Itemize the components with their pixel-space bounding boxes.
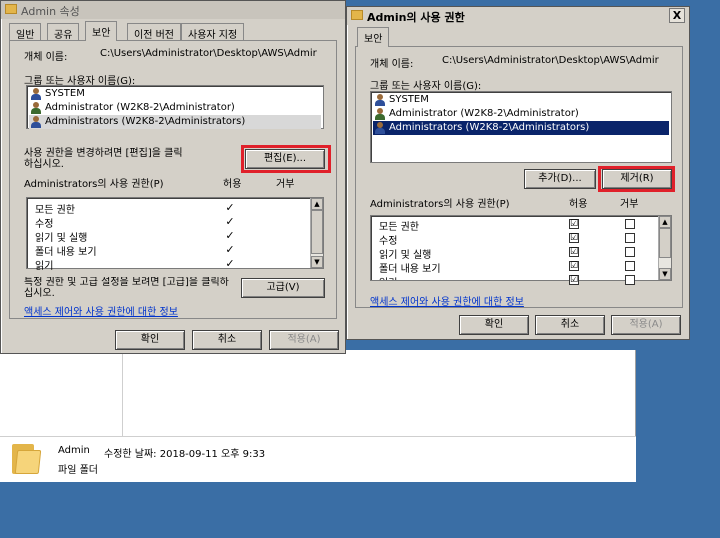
permission-row: 수정 <box>379 236 398 247</box>
details-pane: Admin 수정한 날짜: 2018-09-11 오후 9:33 파일 폴더 <box>0 437 636 482</box>
scroll-up-arrow[interactable]: ▲ <box>659 216 671 228</box>
allow-check: ✓ <box>225 215 235 228</box>
deny-checkbox[interactable] <box>625 275 635 285</box>
access-control-link[interactable]: 액세스 제어와 사용 권한에 대한 정보 <box>370 293 524 308</box>
tab-sharing[interactable]: 공유 <box>47 23 80 41</box>
permission-row: 읽기 및 실행 <box>35 233 88 244</box>
add-button[interactable]: 추가(D)... <box>524 169 596 189</box>
user-icon <box>375 108 386 120</box>
group-icon <box>31 88 42 100</box>
list-item[interactable]: Administrator (W2K8-2\Administrator) <box>373 107 669 121</box>
permissions-header: Administrators의 사용 권한(P) <box>24 179 164 190</box>
allow-check: ✓ <box>225 201 235 214</box>
user-list[interactable]: SYSTEM Administrator (W2K8-2\Administrat… <box>26 85 324 129</box>
deny-checkbox[interactable] <box>625 247 635 257</box>
access-control-link[interactable]: 액세스 제어와 사용 권한에 대한 정보 <box>24 303 178 318</box>
tab-security[interactable]: 보안 <box>85 21 118 41</box>
scroll-down-arrow[interactable]: ▼ <box>311 256 323 268</box>
group-icon <box>31 116 42 128</box>
ok-button[interactable]: 확인 <box>459 315 529 335</box>
tab-previous-versions[interactable]: 이전 버전 <box>127 23 181 41</box>
group-icon <box>375 122 386 134</box>
object-name-label: 개체 이름: <box>24 52 68 63</box>
folder-name: Admin <box>58 445 90 456</box>
permission-row: 모든 권한 <box>35 205 75 216</box>
list-item[interactable]: Administrators (W2K8-2\Administrators) <box>29 115 321 129</box>
permissions-list[interactable]: 모든 권한 수정 읽기 및 실행 폴더 내용 보기 읽기 ✓ ✓ ✓ ✓ ✓ ▲… <box>26 197 324 272</box>
allow-check: ✓ <box>225 257 235 270</box>
allow-checkbox[interactable]: ☑ <box>569 247 579 257</box>
list-item[interactable]: SYSTEM <box>29 87 321 101</box>
tab-customize[interactable]: 사용자 지정 <box>181 23 245 41</box>
window-title: Admin 속성 <box>21 5 80 18</box>
allow-check: ✓ <box>225 243 235 256</box>
scroll-thumb[interactable] <box>659 228 671 258</box>
user-list[interactable]: SYSTEM Administrator (W2K8-2\Administrat… <box>370 91 672 163</box>
list-item[interactable]: Administrators (W2K8-2\Administrators) <box>373 121 669 135</box>
permission-row: 수정 <box>35 219 54 230</box>
permissions-scrollbar[interactable]: ▲ ▼ <box>658 216 671 280</box>
dialog-title: Admin의 사용 권한 <box>367 11 465 24</box>
remove-button[interactable]: 제거(R) <box>602 169 672 189</box>
permissions-scrollbar[interactable]: ▲ ▼ <box>310 198 323 268</box>
scroll-up-arrow[interactable]: ▲ <box>311 198 323 210</box>
user-icon <box>31 102 42 114</box>
object-name-value: C:\Users\Administrator\Desktop\AWS\Admir <box>100 48 317 59</box>
list-item[interactable]: SYSTEM <box>373 93 669 107</box>
scroll-thumb[interactable] <box>311 210 323 254</box>
properties-titlebar: Admin 속성 <box>1 1 345 19</box>
permissions-header: Administrators의 사용 권한(P) <box>370 199 510 210</box>
column-divider <box>122 350 123 436</box>
groups-label: 그룹 또는 사용자 이름(G): <box>370 81 482 92</box>
deny-checkbox[interactable] <box>625 219 635 229</box>
modified-date: 수정한 날짜: 2018-09-11 오후 9:33 <box>104 449 266 460</box>
advanced-button[interactable]: 고급(V) <box>241 278 325 298</box>
cancel-button[interactable]: 취소 <box>535 315 605 335</box>
folder-icon <box>351 10 363 20</box>
permissions-titlebar: Admin의 사용 권한 X <box>347 7 689 25</box>
apply-button[interactable]: 적용(A) <box>269 330 339 350</box>
tab-general[interactable]: 일반 <box>9 23 42 41</box>
deny-checkbox[interactable] <box>625 233 635 243</box>
allow-header: 허용 <box>223 179 242 190</box>
tab-security[interactable]: 보안 <box>357 27 390 47</box>
object-name-label: 개체 이름: <box>370 59 414 70</box>
deny-checkbox[interactable] <box>625 261 635 271</box>
folder-icon <box>5 4 17 14</box>
deny-header: 거부 <box>276 179 295 190</box>
allow-check: ✓ <box>225 229 235 242</box>
permissions-list[interactable]: 모든 권한 수정 읽기 및 실행 폴더 내용 보기 읽기 ☑ ☑ ☑ ☑ ☑ ▲… <box>370 215 672 285</box>
folder-icon <box>12 442 42 474</box>
allow-header: 허용 <box>569 199 588 210</box>
scroll-down-arrow[interactable]: ▼ <box>659 268 671 280</box>
advanced-hint: 특정 권한 및 고급 설정을 보려면 [고급]을 클릭하십시오. <box>24 277 229 299</box>
folder-type: 파일 폴더 <box>58 465 98 476</box>
ok-button[interactable]: 확인 <box>115 330 185 350</box>
permission-row: 읽기 <box>35 261 54 272</box>
permission-row: 폴더 내용 보기 <box>35 247 97 258</box>
change-hint: 사용 권한을 변경하려면 [편집]을 클릭하십시오. <box>24 148 183 170</box>
properties-window: Admin 속성 일반 공유 보안 이전 버전 사용자 지정 개체 이름: C:… <box>0 0 346 354</box>
list-item[interactable]: Administrator (W2K8-2\Administrator) <box>29 101 321 115</box>
allow-checkbox[interactable]: ☑ <box>569 233 579 243</box>
deny-header: 거부 <box>620 199 639 210</box>
allow-checkbox[interactable]: ☑ <box>569 219 579 229</box>
edit-button[interactable]: 편집(E)... <box>245 149 325 169</box>
permission-row: 읽기 및 실행 <box>379 250 432 261</box>
security-panel: 개체 이름: C:\Users\Administrator\Desktop\AW… <box>9 40 337 319</box>
permission-row: 읽기 <box>379 274 397 280</box>
permission-row: 폴더 내용 보기 <box>379 264 441 275</box>
security-panel: 개체 이름: C:\Users\Administrator\Desktop\AW… <box>355 46 683 308</box>
allow-checkbox[interactable]: ☑ <box>569 261 579 271</box>
allow-checkbox[interactable]: ☑ <box>569 275 579 285</box>
close-icon[interactable]: X <box>669 8 685 23</box>
object-name-value: C:\Users\Administrator\Desktop\AWS\Admir <box>442 55 659 66</box>
apply-button[interactable]: 적용(A) <box>611 315 681 335</box>
permissions-dialog: Admin의 사용 권한 X 보안 개체 이름: C:\Users\Admini… <box>346 6 690 340</box>
group-icon <box>375 94 386 106</box>
permission-row: 모든 권한 <box>379 222 419 233</box>
cancel-button[interactable]: 취소 <box>192 330 262 350</box>
